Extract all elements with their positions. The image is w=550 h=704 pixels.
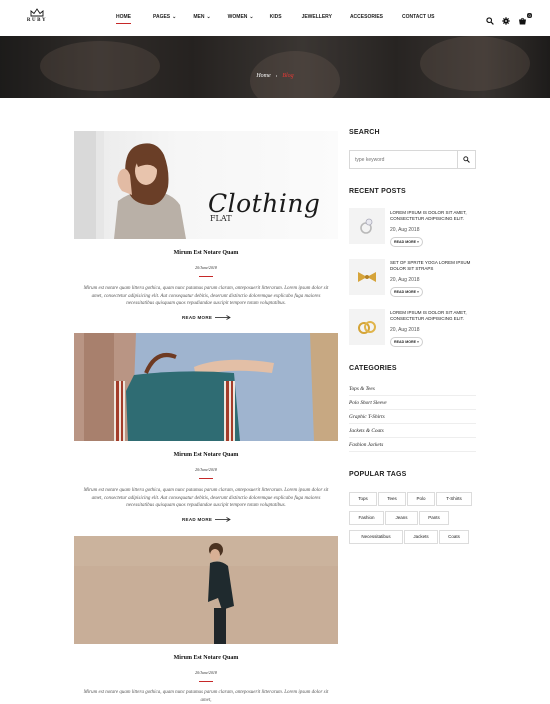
post-excerpt: Mirum est notare quam littera gothica, q…: [83, 488, 329, 508]
post-image[interactable]: FLAT Clothing: [74, 131, 338, 239]
read-more-link[interactable]: READ MORE: [182, 517, 232, 523]
tag-link[interactable]: Tees: [378, 492, 406, 506]
category-link[interactable]: Polo Short Sleeve: [349, 400, 476, 406]
post-image[interactable]: [74, 333, 338, 441]
divider: [349, 395, 476, 396]
breadcrumb-current: Blog: [282, 73, 294, 79]
divider: [199, 681, 213, 682]
tag-link[interactable]: Coats: [439, 530, 469, 544]
category-link[interactable]: Tops & Tees: [349, 386, 476, 392]
recent-post-date: 20, Aug 2018: [390, 277, 420, 283]
search-input[interactable]: [350, 151, 458, 168]
post-title[interactable]: Mirum Est Notare Quam: [74, 452, 338, 458]
divider: [349, 409, 476, 410]
recent-post-title[interactable]: LOREM IPSUM IS DOLOR SIT AMET, CONSECTET…: [390, 210, 476, 222]
recent-posts-heading: RECENT POSTS: [349, 188, 406, 195]
divider: [199, 276, 213, 277]
recent-post-title[interactable]: SET OF SPRITE YOGA LOREM IPSUM DOLOR SIT…: [390, 260, 476, 272]
breadcrumb-home[interactable]: Home: [256, 73, 270, 79]
tag-link[interactable]: Jeans: [385, 511, 418, 525]
tag-link[interactable]: Necessitatibus: [349, 530, 403, 544]
man-hoodie-photo: [74, 536, 338, 644]
arrow-right-icon: [215, 517, 232, 523]
arrow-right-icon: [215, 315, 232, 321]
tag-link[interactable]: T-Shirts: [436, 492, 472, 506]
read-more-label: READ MORE: [182, 315, 213, 320]
post-image[interactable]: [74, 536, 338, 644]
woman-clothing-photo: FLAT: [74, 131, 232, 239]
post-image-text: Clothing: [208, 189, 321, 218]
tag-link[interactable]: Polo: [407, 492, 435, 506]
category-link[interactable]: Graphic T-Shirts: [349, 414, 476, 420]
search-box: [349, 150, 476, 169]
divider: [349, 423, 476, 424]
breadcrumb-separator: ›: [275, 74, 278, 79]
breadcrumb: Home › Blog: [0, 73, 550, 79]
tag-link[interactable]: Tops: [349, 492, 377, 506]
recent-post-thumb[interactable]: [349, 309, 385, 345]
post-title[interactable]: Mirum Est Notare Quam: [74, 655, 338, 661]
recent-post-read-more[interactable]: READ MORE »: [390, 287, 423, 297]
post-excerpt: Mirum est notare quam littera gothica, q…: [83, 690, 329, 703]
post-title[interactable]: Mirum Est Notare Quam: [74, 250, 338, 256]
search-button[interactable]: [457, 151, 475, 168]
bow-icon: [358, 272, 376, 282]
tag-link[interactable]: Fashion: [349, 511, 384, 525]
divider: [349, 451, 476, 452]
recent-post-thumb[interactable]: [349, 259, 385, 295]
read-more-label: READ MORE: [182, 517, 213, 522]
categories-heading: CATEGORIES: [349, 365, 397, 372]
divider: [349, 437, 476, 438]
page-banner: [0, 36, 550, 98]
tag-link[interactable]: Jackets: [404, 530, 438, 544]
popular-tags-heading: POPULAR TAGS: [349, 471, 407, 478]
search-icon: [463, 156, 470, 163]
post-date: 20/June/2018: [195, 265, 217, 270]
read-more-link[interactable]: READ MORE: [182, 315, 232, 321]
recent-post-read-more[interactable]: READ MORE »: [390, 337, 423, 347]
recent-post-date: 20, Aug 2018: [390, 227, 420, 233]
post-date: 20/June/2018: [195, 670, 217, 675]
recent-post-title[interactable]: LOREM IPSUM IS DOLOR SIT AMET, CONSECTET…: [390, 310, 476, 322]
category-link[interactable]: Jackets & Coats: [349, 428, 476, 434]
handbag-photo: [74, 333, 338, 441]
recent-post-thumb[interactable]: [349, 208, 385, 244]
page-title: BLOG: [250, 15, 300, 34]
ring-icon: [360, 218, 373, 234]
category-link[interactable]: Fashion Jackets: [349, 442, 476, 448]
search-heading: SEARCH: [349, 129, 380, 136]
tag-link[interactable]: Pants: [419, 511, 449, 525]
recent-post-read-more[interactable]: READ MORE »: [390, 237, 423, 247]
recent-post-date: 20, Aug 2018: [390, 327, 420, 333]
post-excerpt: Mirum est notare quam littera gothica, q…: [83, 286, 329, 306]
post-date: 20/June/2018: [195, 467, 217, 472]
divider: [199, 478, 213, 479]
rings-icon: [358, 321, 376, 334]
